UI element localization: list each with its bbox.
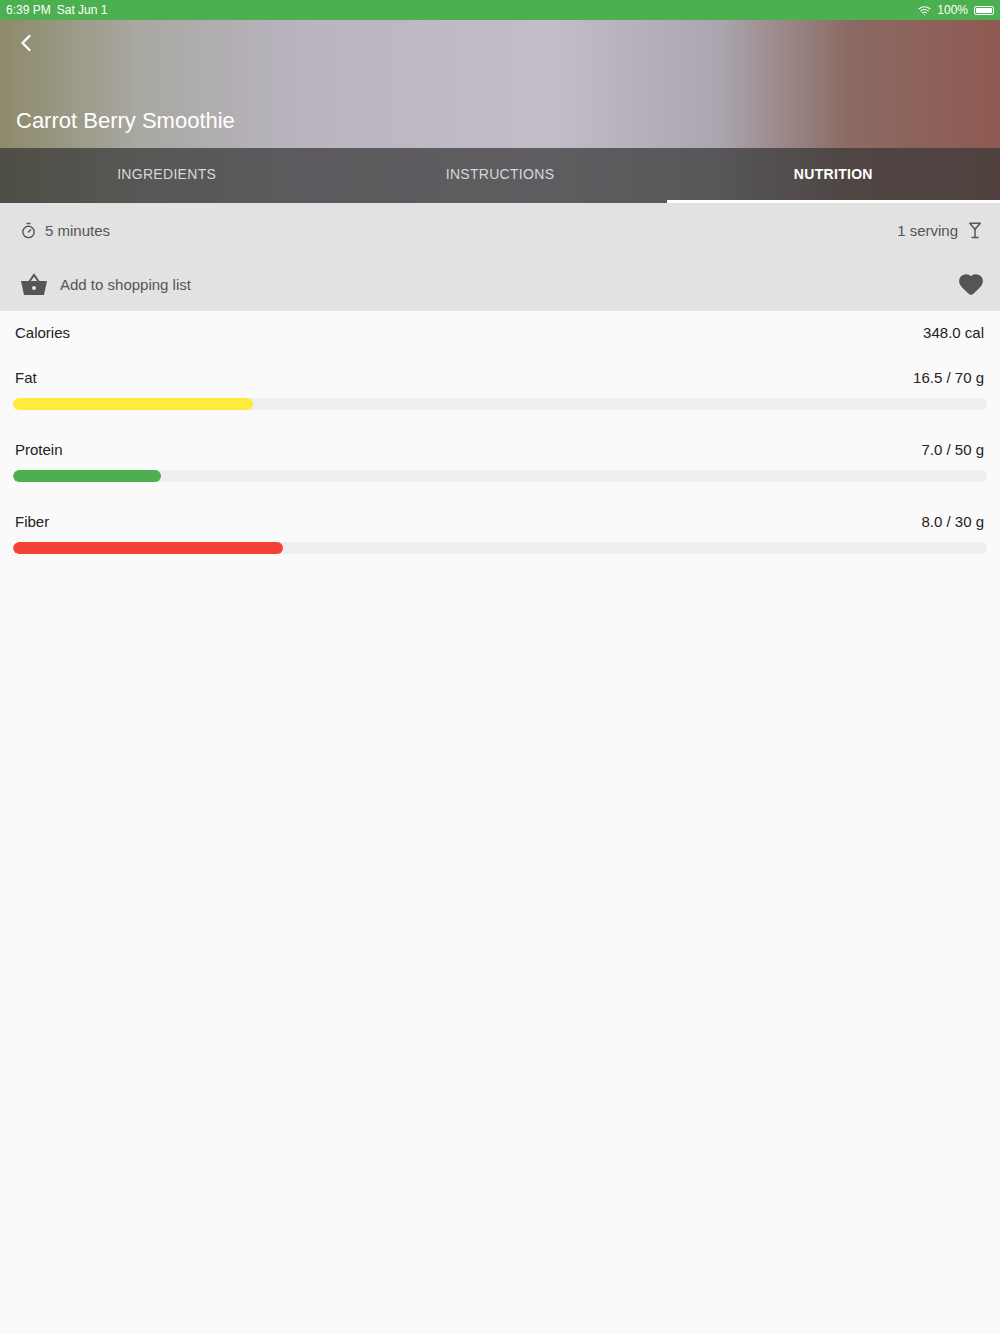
basket-icon — [20, 271, 48, 297]
heart-icon[interactable] — [958, 271, 984, 297]
tab[interactable]: INGREDIENTS — [0, 148, 333, 203]
duration: 5 minutes — [20, 222, 110, 239]
nutrient-name: Protein — [15, 440, 63, 460]
tab-bar: INGREDIENTSINSTRUCTIONSNUTRITION — [0, 148, 1000, 203]
info-panel: 5 minutes 1 serving Add to shopping list — [0, 203, 1000, 311]
nutrient-row: Protein 7.0 / 50 g — [13, 440, 987, 482]
nutrient-reading: 16.5 / 70 g — [913, 368, 984, 388]
nutrient-reading: 8.0 / 30 g — [921, 512, 984, 532]
back-icon[interactable] — [12, 29, 40, 57]
nutrient-row: Fat 16.5 / 70 g — [13, 368, 987, 410]
glass-icon — [966, 221, 984, 239]
nutrition-list: Calories348.0 cal Fat 16.5 / 70 g Protein 7.… — [0, 311, 1000, 584]
timer-icon — [20, 222, 37, 239]
nutrient-name: Fat — [15, 368, 37, 388]
status-bar: 6:39 PM Sat Jun 1 100% — [0, 0, 1000, 20]
nutrient-name: Fiber — [15, 512, 49, 532]
servings[interactable]: 1 serving — [897, 221, 984, 239]
wifi-icon — [918, 4, 931, 17]
shopping-list-button[interactable]: Add to shopping list — [20, 271, 191, 297]
nutrient-bar — [13, 398, 987, 410]
nutrient-bar — [13, 470, 987, 482]
nutrient-fill — [13, 542, 283, 554]
recipe-header: Carrot Berry Smoothie INGREDIENTSINSTRUCT… — [0, 20, 1000, 203]
nutrient-bar — [13, 542, 987, 554]
nutrient-fill — [13, 398, 253, 410]
status-date: Sat Jun 1 — [57, 3, 108, 17]
battery-icon — [974, 6, 994, 15]
nutrient-fill — [13, 470, 161, 482]
nutrient-reading: 7.0 / 50 g — [921, 440, 984, 460]
status-time: 6:39 PM — [6, 3, 51, 17]
calories-row: Calories348.0 cal — [13, 323, 987, 343]
battery-percent: 100% — [937, 3, 968, 17]
tab[interactable]: NUTRITION — [667, 148, 1000, 203]
recipe-page: 6:39 PM Sat Jun 1 100% Carrot Berry Smoothi… — [0, 0, 1000, 1334]
tab[interactable]: INSTRUCTIONS — [333, 148, 666, 203]
recipe-title: Carrot Berry Smoothie — [16, 108, 235, 134]
nutrient-row: Fiber 8.0 / 30 g — [13, 512, 987, 554]
